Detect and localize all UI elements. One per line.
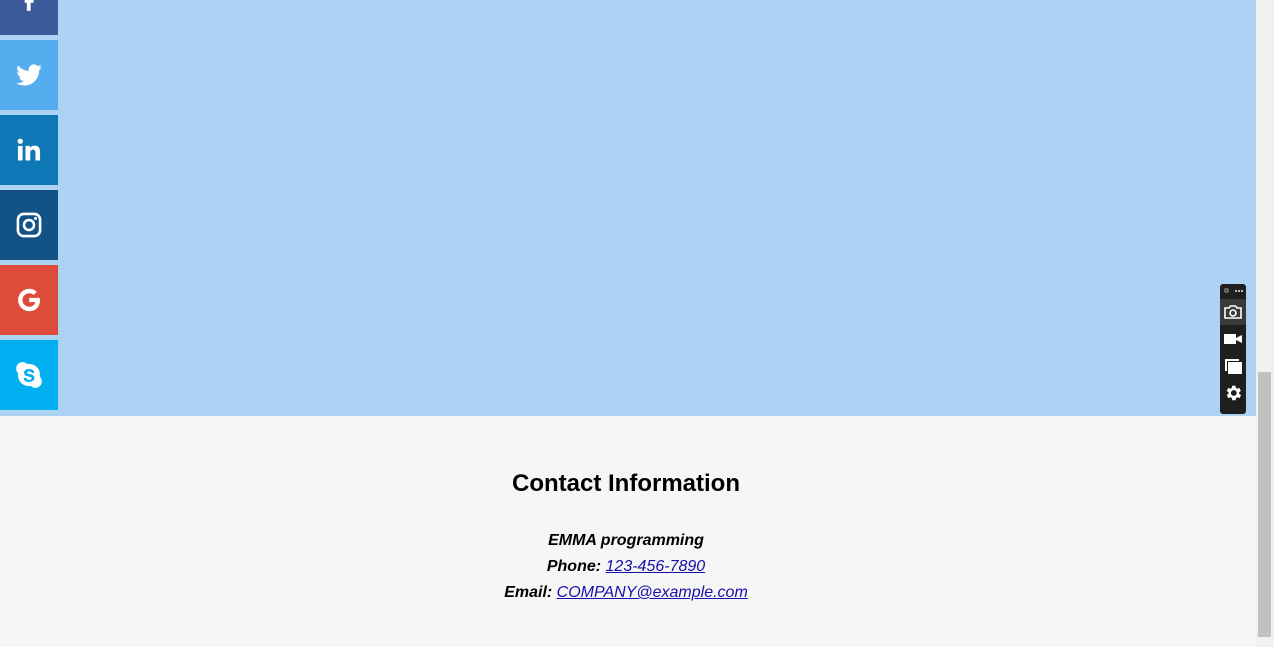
video-icon (1224, 334, 1242, 344)
page: Contact Information EMMA programming Pho… (0, 0, 1274, 647)
facebook-icon (24, 0, 34, 11)
phone-line: Phone: 123-456-7890 (0, 554, 1252, 580)
toolbar-menu-icon[interactable] (1224, 287, 1244, 295)
company-name: EMMA programming (548, 532, 704, 549)
screenshot-icon (1224, 305, 1242, 319)
google-share-button[interactable] (0, 265, 58, 335)
window-capture-button[interactable] (1220, 353, 1246, 379)
contact-footer: Contact Information EMMA programming Pho… (0, 416, 1256, 647)
phone-label: Phone: (546, 558, 602, 575)
skype-share-button[interactable] (0, 340, 58, 410)
screenshot-button[interactable] (1220, 299, 1246, 325)
contact-title: Contact Information (512, 470, 740, 497)
window-icon (1225, 359, 1242, 374)
twitter-icon (16, 64, 42, 86)
contact-details: EMMA programming Phone: 123-456-7890 Ema… (0, 528, 1252, 606)
hero-section (0, 0, 1256, 416)
capture-toolbar (1220, 284, 1246, 414)
instagram-icon (16, 212, 42, 238)
scrollbar-thumb[interactable] (1258, 372, 1271, 637)
phone-link[interactable]: 123-456-7890 (606, 558, 706, 575)
email-link[interactable]: COMPANY@example.com (557, 584, 748, 601)
facebook-share-button[interactable] (0, 0, 58, 35)
linkedin-share-button[interactable] (0, 115, 58, 185)
email-label: Email: (504, 584, 553, 601)
instagram-share-button[interactable] (0, 190, 58, 260)
settings-button[interactable] (1220, 380, 1246, 406)
skype-icon (16, 362, 42, 388)
company-line: EMMA programming (0, 528, 1252, 554)
google-icon (18, 288, 40, 312)
settings-icon (1226, 385, 1242, 401)
email-line: Email: COMPANY@example.com (0, 580, 1252, 606)
video-button[interactable] (1220, 326, 1246, 352)
linkedin-icon (17, 138, 41, 161)
twitter-share-button[interactable] (0, 40, 58, 110)
